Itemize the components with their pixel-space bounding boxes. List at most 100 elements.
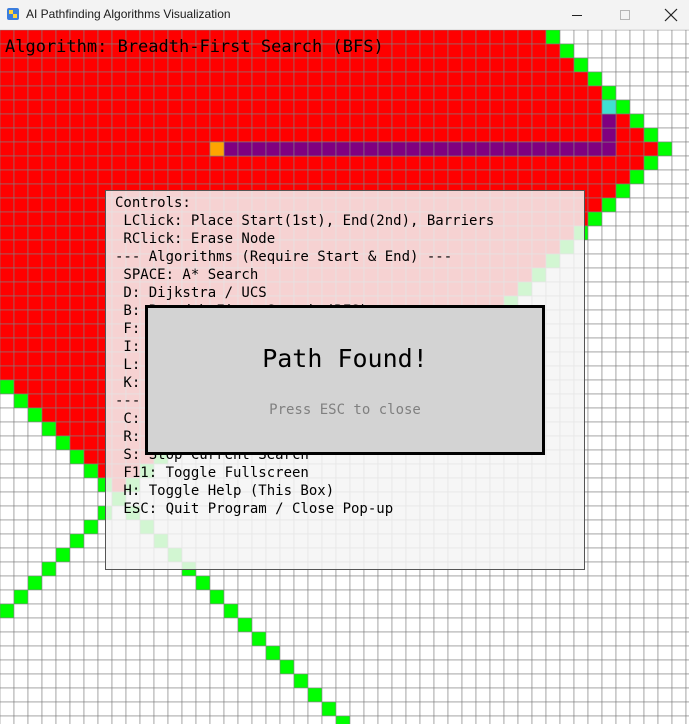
grid-cell[interactable] [629, 505, 645, 521]
grid-cell[interactable] [209, 715, 225, 724]
grid-cell[interactable] [587, 57, 603, 73]
grid-cell[interactable] [601, 267, 617, 283]
grid-cell[interactable] [671, 631, 687, 647]
grid-cell[interactable] [13, 393, 29, 409]
grid-cell[interactable] [27, 491, 43, 507]
grid-cell[interactable] [237, 701, 253, 717]
grid-cell[interactable] [237, 603, 253, 619]
grid-cell[interactable] [55, 127, 71, 143]
grid-cell[interactable] [517, 659, 533, 675]
grid-cell[interactable] [419, 631, 435, 647]
grid-cell[interactable] [139, 701, 155, 717]
grid-cell[interactable] [13, 239, 29, 255]
grid-cell[interactable] [251, 645, 267, 661]
grid-cell[interactable] [643, 561, 659, 577]
grid-cell[interactable] [643, 127, 659, 143]
grid-cell[interactable] [657, 533, 673, 549]
grid-cell[interactable] [475, 673, 491, 689]
grid-cell[interactable] [559, 589, 575, 605]
grid-cell[interactable] [377, 575, 393, 591]
grid-cell[interactable] [629, 253, 645, 269]
grid-cell[interactable] [41, 435, 57, 451]
grid-cell[interactable] [195, 631, 211, 647]
grid-cell[interactable] [629, 589, 645, 605]
grid-cell[interactable] [307, 715, 323, 724]
grid-cell[interactable] [671, 169, 687, 185]
grid-cell[interactable] [363, 113, 379, 129]
grid-cell[interactable] [83, 225, 99, 241]
grid-cell[interactable] [601, 323, 617, 339]
grid-cell[interactable] [377, 631, 393, 647]
grid-cell[interactable] [531, 30, 547, 45]
grid-cell[interactable] [531, 43, 547, 59]
grid-cell[interactable] [321, 617, 337, 633]
grid-cell[interactable] [643, 281, 659, 297]
grid-cell[interactable] [587, 533, 603, 549]
grid-cell[interactable] [503, 30, 519, 45]
grid-cell[interactable] [503, 631, 519, 647]
grid-cell[interactable] [601, 225, 617, 241]
grid-cell[interactable] [139, 99, 155, 115]
grid-cell[interactable] [209, 85, 225, 101]
minimize-button[interactable] [554, 0, 600, 30]
grid-cell[interactable] [251, 687, 267, 703]
grid-cell[interactable] [167, 631, 183, 647]
grid-cell[interactable] [195, 589, 211, 605]
grid-cell[interactable] [559, 43, 575, 59]
grid-cell[interactable] [657, 645, 673, 661]
grid-cell[interactable] [335, 687, 351, 703]
grid-cell[interactable] [531, 617, 547, 633]
grid-cell[interactable] [601, 365, 617, 381]
grid-cell[interactable] [321, 113, 337, 129]
grid-cell[interactable] [573, 659, 589, 675]
grid-cell[interactable] [251, 603, 267, 619]
grid-cell[interactable] [629, 239, 645, 255]
grid-cell[interactable] [503, 43, 519, 59]
grid-cell[interactable] [55, 211, 71, 227]
grid-cell[interactable] [111, 169, 127, 185]
grid-cell[interactable] [377, 589, 393, 605]
grid-cell[interactable] [41, 211, 57, 227]
grid-cell[interactable] [615, 281, 631, 297]
grid-cell[interactable] [251, 169, 267, 185]
grid-cell[interactable] [83, 141, 99, 157]
grid-cell[interactable] [69, 351, 85, 367]
grid-cell[interactable] [69, 449, 85, 465]
grid-cell[interactable] [503, 57, 519, 73]
grid-cell[interactable] [0, 575, 15, 591]
grid-cell[interactable] [111, 71, 127, 87]
grid-cell[interactable] [629, 603, 645, 619]
grid-cell[interactable] [83, 281, 99, 297]
grid-cell[interactable] [503, 71, 519, 87]
grid-cell[interactable] [293, 617, 309, 633]
path-node[interactable] [391, 141, 407, 157]
grid-cell[interactable] [125, 659, 141, 675]
grid-cell[interactable] [545, 631, 561, 647]
grid-cell[interactable] [643, 533, 659, 549]
grid-cell[interactable] [55, 57, 71, 73]
grid-cell[interactable] [27, 351, 43, 367]
grid-cell[interactable] [139, 617, 155, 633]
grid-cell[interactable] [419, 673, 435, 689]
grid-cell[interactable] [587, 295, 603, 311]
grid-cell[interactable] [405, 715, 421, 724]
grid-cell[interactable] [265, 617, 281, 633]
grid-cell[interactable] [69, 155, 85, 171]
grid-cell[interactable] [517, 99, 533, 115]
grid-cell[interactable] [349, 617, 365, 633]
grid-cell[interactable] [27, 407, 43, 423]
grid-cell[interactable] [405, 589, 421, 605]
grid-cell[interactable] [41, 687, 57, 703]
grid-cell[interactable] [643, 85, 659, 101]
grid-cell[interactable] [97, 687, 113, 703]
grid-cell[interactable] [209, 659, 225, 675]
grid-cell[interactable] [363, 99, 379, 115]
grid-cell[interactable] [447, 617, 463, 633]
grid-cell[interactable] [671, 645, 687, 661]
grid-cell[interactable] [433, 645, 449, 661]
grid-cell[interactable] [643, 435, 659, 451]
grid-cell[interactable] [27, 169, 43, 185]
grid-cell[interactable] [83, 85, 99, 101]
grid-cell[interactable] [517, 127, 533, 143]
grid-cell[interactable] [167, 85, 183, 101]
